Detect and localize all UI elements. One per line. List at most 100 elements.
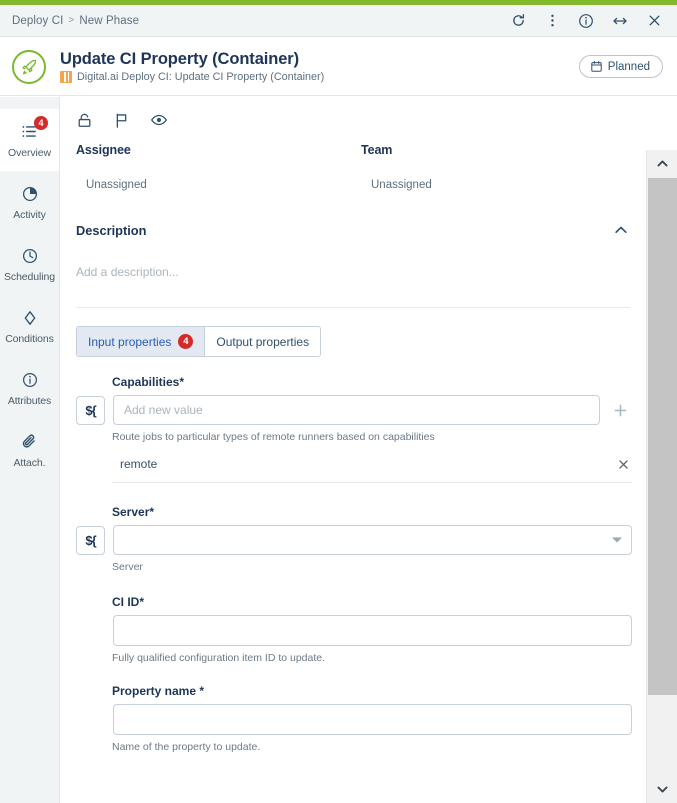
overview-badge: 4	[34, 115, 48, 130]
container-task-icon	[60, 71, 72, 84]
team-value[interactable]: Unassigned	[361, 179, 646, 191]
tab-input-properties-badge: 4	[178, 334, 194, 349]
field-ci-id-required: *	[139, 595, 145, 609]
vertical-scrollbar[interactable]	[646, 150, 677, 803]
paperclip-icon	[20, 432, 39, 452]
sidebar-item-conditions-label: Conditions	[5, 332, 54, 345]
sidebar-item-activity-label: Activity	[13, 208, 46, 221]
page-subtitle-text: Digital.ai Deploy CI: Update CI Property…	[77, 71, 325, 84]
sidebar-item-overview-label: Overview	[8, 146, 51, 159]
calendar-icon	[590, 60, 603, 73]
info-icon	[21, 370, 39, 390]
server-expression-button[interactable]: ${	[76, 525, 105, 555]
capabilities-help: Route jobs to particular types of remote…	[112, 431, 435, 443]
capabilities-input[interactable]	[113, 395, 600, 425]
item-toolbar	[60, 97, 646, 139]
capabilities-value-row: remote	[112, 457, 632, 483]
refresh-icon[interactable]	[501, 6, 535, 36]
assignee-column: Assignee Unassigned	[76, 143, 361, 191]
info-icon[interactable]	[569, 6, 603, 36]
more-options-icon[interactable]	[535, 6, 569, 36]
clock-icon	[21, 246, 39, 266]
ci-id-help: Fully qualified configuration item ID to…	[112, 652, 326, 664]
team-label: Team	[361, 143, 393, 157]
properties-tabs: Input properties 4 Output properties	[76, 326, 322, 357]
app-logo	[0, 49, 58, 84]
assignee-value[interactable]: Unassigned	[76, 179, 361, 191]
sidebar-item-attributes-label: Attributes	[7, 394, 52, 407]
description-label: Description	[76, 222, 147, 238]
diamond-icon	[21, 308, 39, 328]
flag-icon[interactable]	[113, 112, 130, 129]
field-server-label-text: Server	[112, 505, 150, 519]
unlock-icon[interactable]	[76, 112, 93, 129]
field-ci-id-label: CI ID*	[112, 595, 632, 609]
window-actions	[501, 6, 677, 36]
field-capabilities-label: Capabilities*	[112, 375, 632, 389]
tab-input-properties-label: Input properties	[88, 334, 172, 349]
field-capabilities-label-text: Capabilities	[112, 375, 180, 389]
sidebar-item-scheduling-label: Scheduling	[4, 270, 55, 283]
page-subtitle: Digital.ai Deploy CI: Update CI Property…	[60, 71, 579, 84]
field-ci-id-label-text: CI ID	[112, 595, 140, 609]
server-help: Server	[112, 561, 143, 573]
field-server: Server* ${ Server	[76, 505, 632, 573]
close-icon[interactable]	[637, 6, 671, 36]
window-chrome-bar: Deploy CI > New Phase	[0, 5, 677, 37]
sidebar-item-attributes[interactable]: Attributes	[0, 357, 59, 419]
tab-input-properties[interactable]: Input properties 4	[77, 327, 205, 356]
field-property-name-label-text: Property name	[112, 684, 197, 698]
page-title: Update CI Property (Container)	[60, 49, 300, 68]
team-column: Team Unassigned	[361, 143, 646, 191]
capabilities-expression-button[interactable]: ${	[76, 395, 105, 425]
field-server-required: *	[149, 505, 155, 519]
sidebar-item-conditions[interactable]: Conditions	[0, 295, 59, 357]
main-panel: Assignee Unassigned Team Unassigned Desc…	[60, 97, 646, 803]
field-server-label: Server*	[112, 505, 632, 519]
list-icon: 4	[20, 115, 48, 142]
expand-icon[interactable]	[603, 6, 637, 36]
properties-form: Capabilities* ${ Route jobs to particula…	[60, 375, 646, 753]
section-divider	[76, 307, 630, 308]
field-property-name-label: Property name *	[112, 684, 632, 698]
breadcrumb: Deploy CI > New Phase	[0, 15, 139, 27]
sidebar-item-attachments[interactable]: Attach.	[0, 419, 59, 481]
page-header: Update CI Property (Container) Digital.a…	[0, 38, 677, 96]
chevron-up-icon	[655, 156, 670, 171]
plus-icon[interactable]	[608, 403, 632, 418]
field-capabilities-required: *	[179, 375, 185, 389]
scrollbar-thumb[interactable]	[648, 178, 677, 695]
description-input[interactable]: Add a description...	[76, 265, 630, 279]
breadcrumb-root[interactable]: Deploy CI	[12, 15, 63, 27]
status-badge[interactable]: Planned	[578, 55, 663, 78]
ci-id-input[interactable]	[113, 615, 632, 646]
rocket-icon	[12, 49, 46, 84]
pie-chart-icon	[21, 184, 39, 204]
tab-output-properties[interactable]: Output properties	[204, 327, 321, 356]
close-icon[interactable]	[617, 458, 630, 471]
scroll-up-button[interactable]	[647, 150, 677, 177]
chevron-up-icon[interactable]	[612, 221, 630, 239]
field-capabilities: Capabilities* ${ Route jobs to particula…	[76, 375, 632, 483]
scroll-down-button[interactable]	[647, 776, 677, 803]
sidebar-item-activity[interactable]: Activity	[0, 171, 59, 233]
server-select[interactable]	[113, 525, 632, 555]
chevron-down-icon	[655, 782, 670, 797]
sidebar-item-overview[interactable]: 4 Overview	[0, 109, 59, 171]
field-property-name: Property name * Name of the property to …	[76, 684, 632, 753]
breadcrumb-current[interactable]: New Phase	[79, 15, 139, 27]
status-badge-label: Planned	[607, 60, 650, 73]
field-property-name-required: *	[199, 684, 205, 698]
capabilities-value-text: remote	[120, 457, 158, 471]
tab-output-properties-label: Output properties	[216, 334, 310, 349]
assignee-label: Assignee	[76, 143, 131, 157]
sidebar-item-scheduling[interactable]: Scheduling	[0, 233, 59, 295]
property-name-input[interactable]	[113, 704, 632, 735]
left-rail: 4 Overview Activity Scheduling Condition…	[0, 97, 60, 803]
sidebar-item-attachments-label: Attach.	[13, 456, 46, 469]
description-section-header: Description	[76, 221, 630, 243]
eye-icon[interactable]	[150, 111, 168, 129]
title-block: Update CI Property (Container) Digital.a…	[58, 50, 579, 84]
property-name-help: Name of the property to update.	[112, 741, 261, 753]
assignment-row: Assignee Unassigned Team Unassigned	[60, 139, 646, 191]
